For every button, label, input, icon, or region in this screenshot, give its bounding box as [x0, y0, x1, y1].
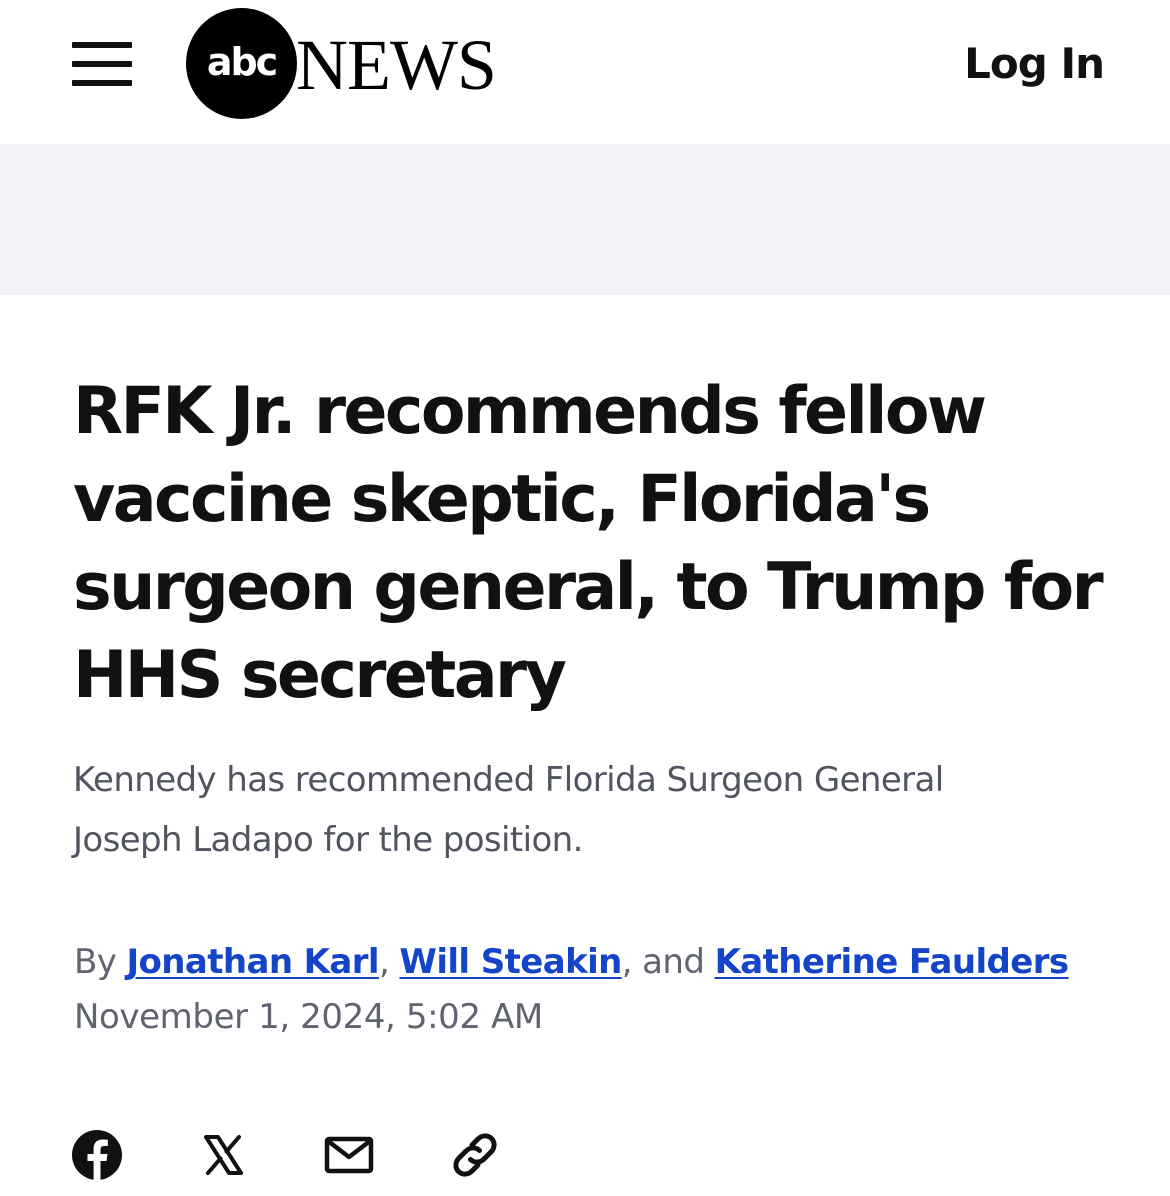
article-subheadline: Kennedy has recommended Florida Surgeon …	[73, 760, 944, 860]
author-link-jonathan-karl[interactable]: Jonathan Karl	[126, 942, 379, 982]
hamburger-menu-icon[interactable]	[72, 42, 132, 86]
link-icon[interactable]	[448, 1128, 502, 1182]
abc-logo-text: abc	[206, 40, 278, 84]
article-timestamp: November 1, 2024, 5:02 AM	[74, 997, 543, 1037]
byline-separator: ,	[378, 942, 390, 982]
byline: By Jonathan Karl, Will Steakin, and Kath…	[74, 935, 1134, 989]
author-link-will-steakin[interactable]: Will Steakin	[399, 942, 622, 982]
article-headline: RFK Jr. recommends fellow vaccine skepti…	[73, 374, 1104, 713]
share-bar	[70, 1128, 570, 1184]
news-wordmark: NEWS	[296, 25, 497, 105]
author-link-katherine-faulders[interactable]: Katherine Faulders	[715, 942, 1070, 982]
x-icon[interactable]	[196, 1128, 250, 1182]
abc-logo-circle: abc	[186, 8, 297, 119]
ad-placeholder-band	[0, 144, 1170, 295]
site-header: abc NEWS Log In	[0, 0, 1170, 144]
facebook-icon[interactable]	[70, 1128, 124, 1182]
byline-separator: , and	[621, 942, 705, 982]
byline-prefix: By	[74, 942, 117, 982]
menu-bar	[72, 61, 132, 67]
email-icon[interactable]	[322, 1128, 376, 1182]
menu-bar	[72, 80, 132, 86]
login-button[interactable]: Log In	[964, 36, 1105, 92]
abc-news-logo[interactable]: abc NEWS	[186, 8, 526, 119]
menu-bar	[72, 42, 132, 48]
